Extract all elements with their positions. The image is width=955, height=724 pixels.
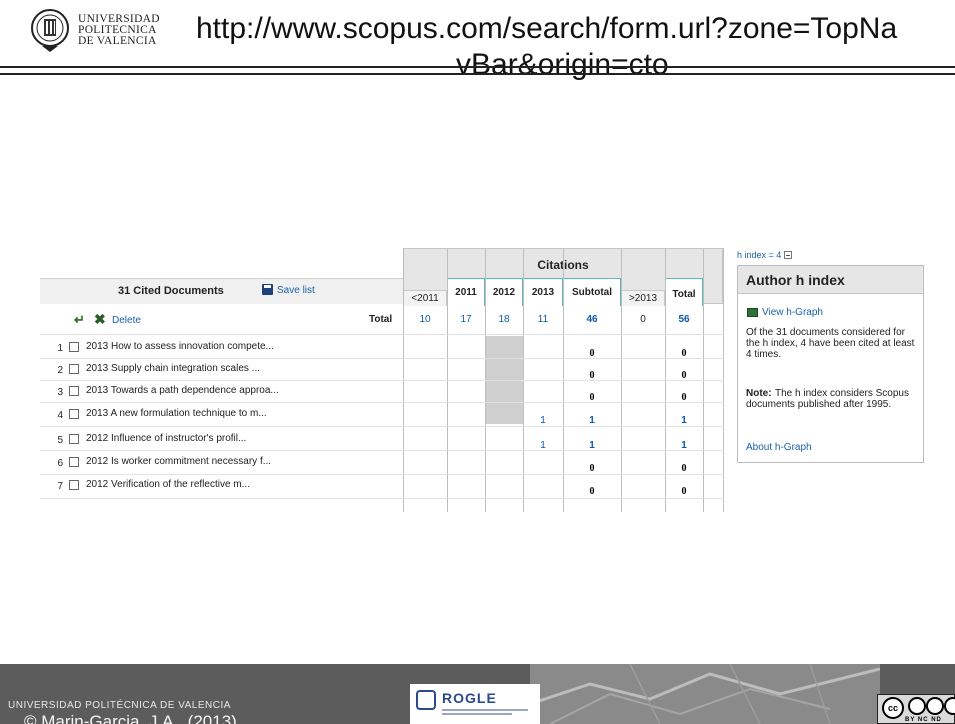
row-6-subtotal: 0	[589, 463, 595, 474]
row-checkbox[interactable]	[69, 342, 79, 352]
row-4-2013[interactable]: 1	[523, 415, 563, 426]
document-title-link[interactable]: 2013 Towards a path dependence approa...	[86, 385, 279, 396]
by-icon	[908, 697, 926, 715]
slide-footer: UNIVERSIDAD POLITÉCNICA DE VALENCIA © Ma…	[0, 664, 955, 724]
sort-arrow-icon[interactable]: ↵	[74, 313, 85, 326]
document-title-link[interactable]: 2013 How to assess innovation compete...	[86, 341, 274, 352]
document-title-link[interactable]: 2013 Supply chain integration scales ...	[86, 363, 260, 374]
creative-commons-badge: cc BY NC ND	[877, 694, 955, 724]
row-checkbox[interactable]	[69, 434, 79, 444]
row-checkbox[interactable]	[69, 409, 79, 419]
row-number: 1	[57, 343, 63, 354]
row-divider	[40, 498, 724, 499]
logo-text: UNIVERSIDAD POLITECNICA DE VALENCIA	[78, 13, 160, 47]
column-after-2013[interactable]: >2013	[621, 290, 665, 306]
note-text: The h index considers Scopus documents p…	[746, 388, 909, 410]
author-h-index-panel: Author h index View h-Graph Of the 31 do…	[737, 265, 924, 463]
h-index-description: Of the 31 documents considered for the h…	[746, 327, 915, 360]
row-divider	[40, 334, 724, 335]
save-icon[interactable]	[262, 284, 273, 295]
university-logo: UNIVERSIDAD POLITECNICA DE VALENCIA	[30, 6, 190, 64]
total-grand[interactable]: 56	[665, 314, 703, 325]
rogle-label: ROGLE	[442, 690, 497, 706]
view-h-graph-link[interactable]: View h-Graph	[762, 307, 823, 318]
map-decoration	[530, 664, 880, 724]
cc-icon: cc	[882, 697, 904, 719]
row-number: 3	[57, 387, 63, 398]
column-total[interactable]: Total	[665, 278, 703, 306]
rogle-icon	[416, 690, 436, 710]
cited-documents-title: 31 Cited Documents	[118, 285, 224, 297]
document-title-link[interactable]: 2012 Is worker commitment necessary f...	[86, 456, 271, 467]
nc-icon	[926, 697, 944, 715]
about-h-graph-link[interactable]: About h-Graph	[746, 442, 812, 453]
url-line-1: http://www.scopus.com/search/form.url?zo…	[196, 12, 898, 45]
row-4-total[interactable]: 1	[665, 415, 703, 426]
footer-copyright: © Marin-Garcia, J.A., (2013)	[24, 712, 237, 724]
header-rule-top	[0, 66, 955, 68]
document-title-link[interactable]: 2012 Influence of instructor's profil...	[86, 433, 246, 444]
row-checkbox[interactable]	[69, 364, 79, 374]
rogle-logo: ROGLE	[410, 684, 540, 724]
row-divider	[40, 402, 724, 403]
row-7-subtotal: 0	[589, 486, 595, 497]
document-title-link[interactable]: 2012 Verification of the reflective m...	[86, 479, 250, 490]
logo-line-3: DE VALENCIA	[78, 35, 157, 47]
row-number: 2	[57, 365, 63, 376]
university-seal-icon	[31, 9, 69, 52]
slide-header: UNIVERSIDAD POLITECNICA DE VALENCIA http…	[0, 0, 955, 100]
row-divider	[40, 426, 724, 427]
total-2012[interactable]: 18	[485, 314, 523, 325]
save-list-link[interactable]: Save list	[277, 285, 315, 296]
total-after-2013: 0	[640, 314, 646, 325]
column-before-2011[interactable]: <2011	[403, 290, 447, 306]
row-checkbox[interactable]	[69, 480, 79, 490]
row-number: 7	[57, 481, 63, 492]
url-line-2: vBar&origin=cto	[456, 48, 669, 81]
document-title-link[interactable]: 2013 A new formulation technique to m...	[86, 408, 267, 419]
header-rule-bottom	[0, 73, 955, 75]
column-2013[interactable]: 2013	[523, 278, 563, 306]
row-4-subtotal[interactable]: 1	[563, 415, 621, 426]
total-2011[interactable]: 17	[447, 314, 485, 325]
row-number: 6	[57, 458, 63, 469]
h-index-toggle[interactable]: h index = 4	[737, 250, 793, 260]
rogle-tagline-decoration	[442, 709, 528, 715]
collapse-icon[interactable]	[784, 251, 793, 259]
delete-link[interactable]: Delete	[112, 315, 141, 326]
column-subtotal[interactable]: Subtotal	[563, 278, 621, 306]
row-7-total: 0	[681, 486, 687, 497]
h-index-toggle-label[interactable]: h index = 4	[737, 250, 781, 260]
footer-university: UNIVERSIDAD POLITÉCNICA DE VALENCIA	[8, 700, 231, 711]
table-row: 4 2013 A new formulation technique to m.…	[40, 404, 403, 426]
panel-title: Author h index	[746, 272, 845, 288]
row-checkbox[interactable]	[69, 457, 79, 467]
row-checkbox[interactable]	[69, 386, 79, 396]
cc-license-label: BY NC ND	[905, 717, 942, 723]
total-subtotal[interactable]: 46	[563, 314, 621, 325]
row-6-total: 0	[681, 463, 687, 474]
total-before-2011[interactable]: 10	[403, 314, 447, 325]
delete-icon[interactable]: ✖	[94, 312, 106, 326]
column-2011[interactable]: 2011	[447, 278, 485, 306]
table-row: 5 2012 Influence of instructor's profil.…	[40, 429, 403, 451]
total-row-label: Total	[369, 314, 393, 325]
table-row: 7 2012 Verification of the reflective m.…	[40, 475, 403, 497]
column-2012[interactable]: 2012	[485, 278, 523, 306]
graph-icon[interactable]	[747, 308, 758, 317]
row-divider	[40, 450, 724, 451]
table-row: 6 2012 Is worker commitment necessary f.…	[40, 452, 403, 474]
row-number: 4	[57, 410, 63, 421]
table-row: 2 2013 Supply chain integration scales .…	[40, 359, 403, 381]
citation-overview-table: 31 Cited Documents Save list Citations <…	[40, 248, 724, 512]
total-2013[interactable]: 11	[523, 314, 563, 325]
table-row: 1 2013 How to assess innovation compete.…	[40, 337, 403, 359]
row-number: 5	[57, 435, 63, 446]
table-row: 3 2013 Towards a path dependence approa.…	[40, 381, 403, 403]
note-label: Note:	[746, 388, 772, 399]
nd-icon	[944, 697, 955, 715]
